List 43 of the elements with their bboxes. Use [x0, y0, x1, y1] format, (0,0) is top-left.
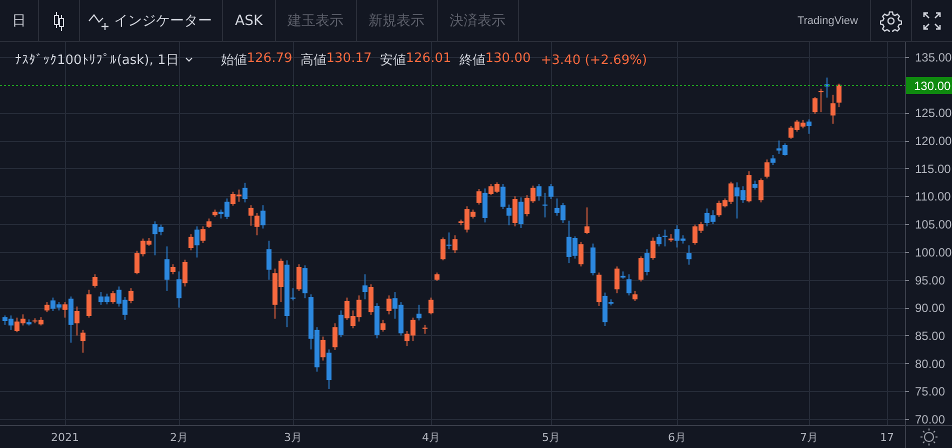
value-label: 終値	[459, 52, 486, 69]
candle	[422, 324, 428, 334]
candle	[434, 272, 440, 282]
value-text: 126.79	[246, 51, 292, 68]
brand-label: TradingView	[797, 14, 859, 28]
value-text: 130.00	[485, 51, 531, 68]
settings-icon	[880, 10, 902, 32]
axis-label: 135.00	[915, 50, 952, 64]
candle	[428, 297, 434, 315]
ref-line-label: 130.00	[914, 79, 952, 93]
axis-label: 75.00	[915, 384, 946, 399]
axis-label: 17	[880, 431, 894, 444]
axis-label: 2月	[170, 431, 188, 444]
change-text: +3.40 (+2.69%)	[540, 52, 648, 68]
axis-label: 115.00	[915, 162, 951, 176]
axis-label: 6月	[668, 431, 686, 444]
axis-label: 70.00	[915, 412, 946, 427]
candlestick-icon	[51, 10, 67, 32]
axis-label: 105.00	[915, 218, 952, 232]
price-tag: 130.00	[906, 77, 952, 94]
settings-icon	[920, 428, 938, 446]
symbol-title[interactable]: ﾅｽﾀﾞｯｸ100ﾄﾘﾌﾟﾙ(ask), 1日	[15, 51, 179, 69]
axis-label: 4月	[422, 431, 440, 444]
value-label: 高値	[300, 52, 326, 69]
axis-label: 2021	[50, 431, 79, 444]
axis-label: 5月	[542, 431, 560, 444]
value-label: 安値	[380, 52, 406, 69]
axis-label: 110.00	[915, 190, 951, 204]
axis-label: 90.00	[915, 301, 946, 316]
axis-label: 120.00	[915, 134, 952, 148]
value-text: 126.01	[406, 51, 452, 68]
axis-label: 85.00	[915, 329, 946, 343]
axis-label: 100.00	[915, 245, 952, 260]
axis-label: 125.00	[915, 106, 952, 120]
value-label: 始値	[220, 52, 247, 69]
axis-label: 7月	[800, 431, 818, 444]
axis-label: 95.00	[915, 273, 946, 288]
chevron-icon[interactable]	[184, 57, 193, 63]
value-text: 130.17	[326, 51, 372, 68]
fullscreen-icon	[923, 12, 941, 30]
axis-label: 80.00	[915, 356, 946, 371]
axis-label: 3月	[284, 431, 302, 444]
candle	[584, 206, 590, 235]
